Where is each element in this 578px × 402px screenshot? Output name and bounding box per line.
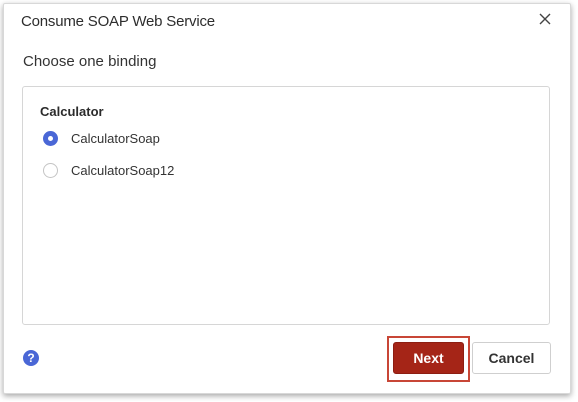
radio-calculatorsoap12[interactable] <box>43 163 58 178</box>
close-button[interactable] <box>535 9 555 29</box>
help-icon[interactable]: ? <box>23 350 39 366</box>
cancel-button[interactable]: Cancel <box>472 342 551 374</box>
dialog-subtitle: Choose one binding <box>23 53 157 70</box>
radio-calculatorsoap[interactable] <box>43 131 58 146</box>
binding-group-label: Calculator <box>40 104 104 119</box>
consume-soap-dialog: Consume SOAP Web Service Choose one bind… <box>3 3 571 394</box>
binding-panel: Calculator CalculatorSoap CalculatorSoap… <box>22 86 550 325</box>
close-icon <box>539 13 551 25</box>
binding-option-calculatorsoap[interactable]: CalculatorSoap <box>43 131 160 146</box>
binding-option-label: CalculatorSoap12 <box>71 163 175 178</box>
next-button[interactable]: Next <box>393 342 464 374</box>
dialog-title: Consume SOAP Web Service <box>21 13 215 30</box>
binding-option-label: CalculatorSoap <box>71 131 160 146</box>
binding-option-calculatorsoap12[interactable]: CalculatorSoap12 <box>43 163 174 178</box>
